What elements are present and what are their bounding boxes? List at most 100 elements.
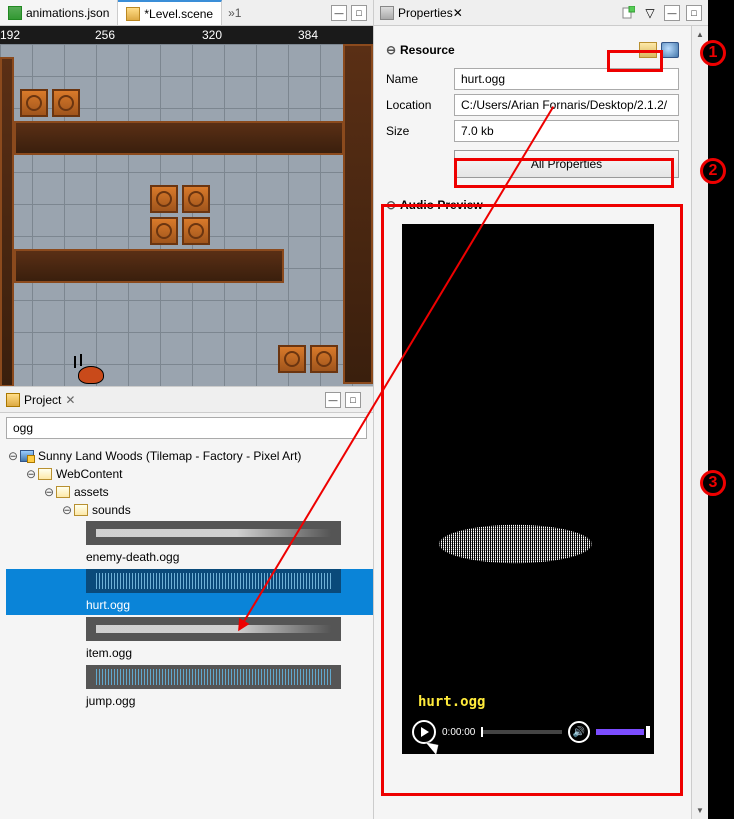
- properties-icon: [380, 6, 394, 20]
- prop-label: Size: [386, 124, 454, 138]
- prop-row-name: Name: [386, 68, 679, 90]
- maximize-button[interactable]: □: [686, 5, 702, 21]
- minimize-button[interactable]: —: [664, 5, 680, 21]
- json-file-icon: [8, 6, 22, 20]
- scroll-up-icon[interactable]: ▲: [692, 26, 708, 43]
- collapse-icon[interactable]: ⊖: [386, 198, 400, 212]
- ruler-mark: 384: [298, 28, 318, 42]
- callout-number-2: 2: [700, 158, 726, 184]
- folder-icon: [56, 486, 70, 498]
- terrain-wall: [0, 57, 14, 386]
- project-icon: [6, 393, 20, 407]
- folder-icon: [38, 468, 52, 480]
- resource-section-header[interactable]: ⊖ Resource: [386, 36, 679, 64]
- ruler-mark: 192: [0, 28, 20, 42]
- project-tree[interactable]: ⊖ Sunny Land Woods (Tilemap - Factory - …: [0, 443, 373, 819]
- audio-waveform-canvas[interactable]: hurt.ogg 0:00:00 🔊: [402, 224, 654, 754]
- tree-label: assets: [74, 485, 109, 499]
- tab-animations-json[interactable]: animations.json: [0, 0, 118, 25]
- tree-label: Sunny Land Woods (Tilemap - Factory - Pi…: [38, 449, 301, 463]
- crate-sprite: [182, 217, 210, 245]
- sound-waveform-thumb[interactable]: [86, 617, 341, 641]
- terrain-platform: [14, 249, 284, 283]
- open-folder-icon[interactable]: [639, 42, 657, 58]
- audio-filename-label: hurt.ogg: [418, 694, 485, 710]
- waveform-graphic: [402, 484, 654, 604]
- ruler-horizontal: 192 256 320 384: [0, 26, 373, 44]
- folder-icon: [74, 504, 88, 516]
- project-filter: [6, 417, 367, 439]
- sound-waveform-thumb[interactable]: [86, 521, 341, 545]
- maximize-button[interactable]: □: [351, 5, 367, 21]
- scrollbar-vertical[interactable]: ▲ ▼: [691, 26, 708, 819]
- editor-tab-bar: animations.json *Level.scene »1 — □: [0, 0, 373, 26]
- crate-sprite: [182, 185, 210, 213]
- crate-sprite: [52, 89, 80, 117]
- mouse-cursor-icon: [430, 738, 442, 754]
- audio-controls: 0:00:00 🔊: [412, 718, 644, 746]
- tree-folder-sounds[interactable]: ⊖ sounds: [6, 501, 373, 519]
- location-input[interactable]: [454, 94, 679, 116]
- crate-sprite: [278, 345, 306, 373]
- crate-sprite: [310, 345, 338, 373]
- filter-input[interactable]: [6, 417, 367, 439]
- sound-item-label[interactable]: item.ogg: [6, 643, 373, 663]
- tree-root[interactable]: ⊖ Sunny Land Woods (Tilemap - Factory - …: [6, 447, 373, 465]
- collapse-icon[interactable]: ⊖: [386, 43, 400, 57]
- audio-preview-header[interactable]: ⊖ Audio Preview: [386, 192, 679, 218]
- project-root-icon: [20, 450, 34, 462]
- collapse-icon[interactable]: ⊖: [6, 449, 20, 463]
- tree-label: sounds: [92, 503, 131, 517]
- ruler-mark: 320: [202, 28, 222, 42]
- volume-slider[interactable]: [596, 729, 644, 735]
- sound-item-label[interactable]: enemy-death.ogg: [6, 547, 373, 567]
- crate-sprite: [150, 217, 178, 245]
- callout-number-1: 1: [700, 40, 726, 66]
- playback-time: 0:00:00: [442, 727, 475, 738]
- left-column: animations.json *Level.scene »1 — □ 192 …: [0, 0, 373, 819]
- minimize-button[interactable]: —: [331, 5, 347, 21]
- sound-item-label: hurt.ogg: [6, 595, 373, 615]
- sound-item-label[interactable]: jump.ogg: [6, 691, 373, 711]
- dropdown-icon[interactable]: ▽: [642, 5, 658, 21]
- maximize-button[interactable]: □: [345, 392, 361, 408]
- ruler-mark: 256: [95, 28, 115, 42]
- sound-waveform-thumb[interactable]: [86, 665, 341, 689]
- collapse-icon[interactable]: ⊖: [42, 485, 56, 499]
- tab-label: animations.json: [26, 6, 109, 20]
- tree-folder-webcontent[interactable]: ⊖ WebContent: [6, 465, 373, 483]
- terrain-platform: [14, 121, 344, 155]
- minimize-button[interactable]: —: [325, 392, 341, 408]
- panel-title: Project: [24, 393, 61, 407]
- collapse-icon[interactable]: ⊖: [60, 503, 74, 517]
- prop-row-size: Size: [386, 120, 679, 142]
- tab-level-scene[interactable]: *Level.scene: [118, 0, 222, 25]
- section-title: Audio Preview: [400, 198, 483, 212]
- prop-row-location: Location: [386, 94, 679, 116]
- close-icon[interactable]: ✕: [65, 393, 75, 407]
- tree-folder-assets[interactable]: ⊖ assets: [6, 483, 373, 501]
- scroll-down-icon[interactable]: ▼: [692, 802, 708, 819]
- volume-button[interactable]: 🔊: [568, 721, 590, 743]
- tab-label: *Level.scene: [144, 7, 213, 21]
- tilemap-canvas[interactable]: [0, 44, 373, 386]
- scene-file-icon: [126, 7, 140, 21]
- tab-overflow-button[interactable]: »1: [222, 6, 247, 20]
- tree-label: WebContent: [56, 467, 123, 481]
- new-button[interactable]: [620, 5, 636, 21]
- close-icon[interactable]: ✕: [453, 6, 463, 20]
- scene-viewport[interactable]: 192 256 320 384: [0, 26, 373, 386]
- collapse-icon[interactable]: ⊖: [24, 467, 38, 481]
- sound-item-selected[interactable]: hurt.ogg: [6, 569, 373, 615]
- project-panel: Project ✕ — □ ⊖ Sunny Land Woods (Tilema…: [0, 386, 373, 819]
- right-column: Properties ✕ ▽ — □ ⊖ Resource: [373, 0, 708, 819]
- terrain-wall: [343, 44, 373, 384]
- name-input[interactable]: [454, 68, 679, 90]
- all-properties-button[interactable]: All Properties: [454, 150, 679, 178]
- properties-panel-header: Properties ✕ ▽ — □: [374, 0, 708, 26]
- open-browser-icon[interactable]: [661, 42, 679, 58]
- size-input[interactable]: [454, 120, 679, 142]
- sound-waveform-thumb[interactable]: [86, 569, 341, 593]
- project-panel-header: Project ✕ — □: [0, 387, 373, 413]
- progress-slider[interactable]: [481, 730, 562, 734]
